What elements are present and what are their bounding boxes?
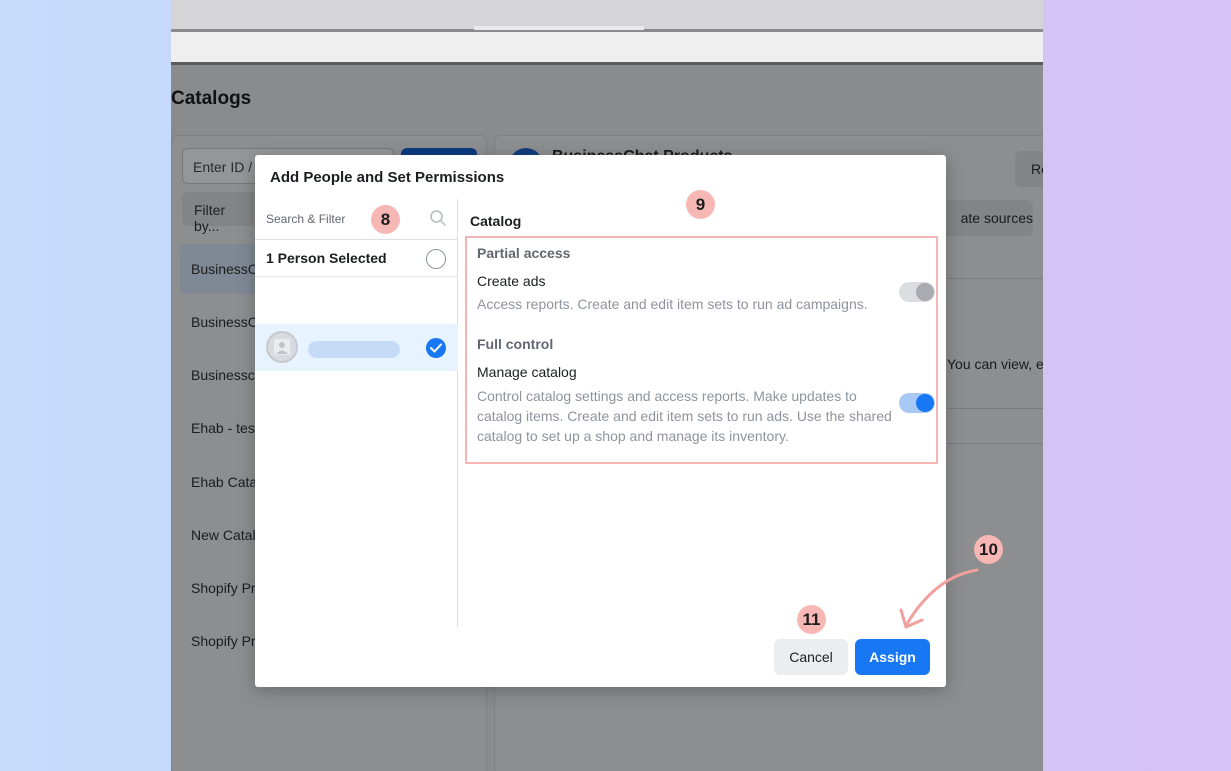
create-ads-toggle[interactable] [899,282,935,302]
cancel-button[interactable]: Cancel [774,639,848,675]
people-selector-pane: Search & Filter 1 Person Selected [255,199,458,627]
people-search-input[interactable]: Search & Filter [266,212,345,226]
assign-button[interactable]: Assign [855,639,930,675]
person-list-item[interactable] [255,324,458,371]
step-badge-10: 10 [974,535,1003,564]
page-title: Catalogs [171,88,252,109]
create-ads-description: Access reports. Create and edit item set… [477,296,868,312]
manage-catalog-toggle[interactable] [899,393,935,413]
dialog-footer: Cancel Assign [255,627,946,687]
step-badge-11: 11 [797,605,826,634]
check-circle-icon[interactable] [426,338,446,358]
detail-divider [945,408,1043,409]
selected-count-label: 1 Person Selected [266,250,387,266]
detail-action-button[interactable]: Re [1015,151,1043,187]
dialog-title: Add People and Set Permissions [270,169,505,186]
person-name-redacted [308,341,400,358]
browser-toolbar [171,32,1043,62]
user-avatar-icon [266,331,298,363]
select-all-radio[interactable] [426,249,446,269]
manage-catalog-title: Manage catalog [477,364,577,380]
selected-divider [255,276,458,277]
search-divider [255,239,458,240]
access-description: You can view, ed [947,356,1043,372]
permissions-highlight-box: Partial access Create ads Access reports… [465,236,938,464]
toolbar-divider [171,62,1043,65]
search-icon[interactable] [429,209,447,227]
toggle-knob [916,283,934,301]
full-control-heading: Full control [477,336,554,352]
curved-arrow-icon [899,568,979,629]
permissions-pane: Catalog Partial access Create ads Access… [459,199,946,627]
manage-catalog-description: Control catalog settings and access repo… [477,388,892,444]
detail-divider [945,443,1043,444]
catalog-heading: Catalog [470,213,522,229]
filter-button[interactable]: Filter by... [182,192,258,234]
partial-access-heading: Partial access [477,245,571,261]
toggle-knob [916,394,934,412]
browser-tab-bar [171,0,1043,30]
create-ads-title: Create ads [477,273,546,289]
add-people-dialog: Add People and Set Permissions Search & … [255,155,946,687]
step-badge-8: 8 [371,205,400,234]
active-tab-indicator [474,26,644,30]
step-badge-9: 9 [686,190,715,219]
